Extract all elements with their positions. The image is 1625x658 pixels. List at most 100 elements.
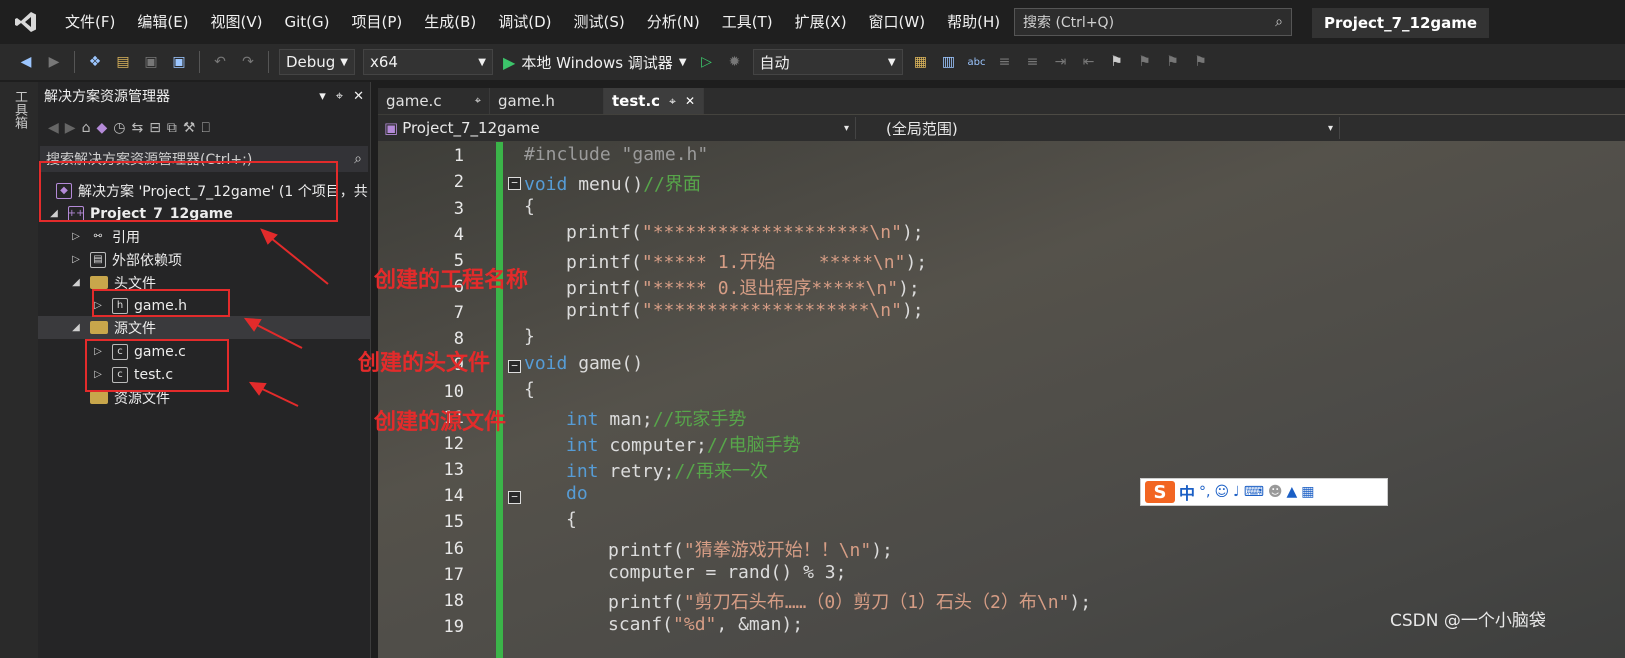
search-input[interactable]: 搜索 (Ctrl+Q) ⌕ (1014, 8, 1292, 36)
search-placeholder: 搜索 (Ctrl+Q) (1023, 15, 1115, 31)
menu-edit[interactable]: 编辑(E) (126, 0, 199, 44)
vs-switch-icon[interactable]: ◆ (96, 120, 107, 136)
code-line-1: #include "game.h" (524, 144, 708, 165)
menu-analyze[interactable]: 分析(N) (636, 0, 711, 44)
menu-build[interactable]: 生成(B) (413, 0, 487, 44)
run-debugger-button[interactable]: ▶ 本地 Windows 调试器 ▼ (503, 52, 687, 73)
menu-view[interactable]: 视图(V) (200, 0, 274, 44)
menu-window[interactable]: 窗口(W) (858, 0, 937, 44)
code-line-5: printf("***** 1.开始 *****\n"); (566, 248, 927, 274)
line-number: 18 (443, 591, 464, 611)
auto-value: 自动 (759, 53, 790, 72)
menu-file[interactable]: 文件(F) (54, 0, 126, 44)
code-line-10: { (524, 379, 535, 400)
fold-toggle-icon[interactable]: − (508, 491, 521, 504)
tree-item-external-deps[interactable]: ▷ ▤ 外部依赖项 (70, 248, 182, 271)
keyboard-icon[interactable]: ⌨ (1244, 484, 1264, 500)
fold-toggle-icon[interactable]: − (508, 177, 521, 190)
global-scope-dropdown[interactable]: (全局范围) ▾ (856, 117, 1340, 139)
start-without-debug-icon[interactable]: ▷ (696, 51, 718, 73)
uncomment-icon[interactable]: ≡ (1022, 51, 1044, 73)
tab-test-c[interactable]: test.c ⌖ ✕ (604, 88, 704, 114)
solution-config-icon[interactable]: ▥ (938, 51, 960, 73)
collapsed-arrow-icon[interactable]: ▷ (70, 231, 82, 242)
hot-reload-icon[interactable]: ✹ (724, 51, 746, 73)
ime-mode-toggle[interactable]: 中 (1179, 480, 1195, 504)
pin-icon[interactable]: ⌖ (336, 89, 343, 104)
code-punct: ); (901, 300, 924, 321)
tab-game-c[interactable]: game.c ⌖ (378, 88, 490, 114)
save-all-icon[interactable]: ▣ (168, 51, 190, 73)
emoji-icon[interactable]: ☺ (1214, 484, 1229, 500)
spell-check-icon[interactable]: abc (966, 51, 988, 73)
save-icon[interactable]: ▣ (140, 51, 162, 73)
auto-dropdown[interactable]: 自动 ▼ (752, 49, 903, 75)
fold-toggle-icon[interactable]: − (508, 360, 521, 373)
menu-project[interactable]: 项目(P) (341, 0, 414, 44)
sync-icon[interactable]: ⇆ (131, 120, 143, 136)
code-line-3: { (524, 196, 535, 217)
toolbox-grid-icon[interactable]: ▦ (1301, 484, 1314, 500)
menu-git[interactable]: Git(G) (274, 0, 341, 44)
undo-icon[interactable]: ↶ (209, 51, 231, 73)
new-project-icon[interactable]: ❖ (84, 51, 106, 73)
tab-game-h[interactable]: game.h (490, 88, 604, 114)
back-icon[interactable]: ◀ (48, 120, 59, 136)
microphone-icon[interactable]: ♩ (1233, 484, 1240, 500)
solution-explorer-title: 解决方案资源管理器 (44, 89, 170, 105)
forward-icon[interactable]: ▶ (65, 120, 76, 136)
clear-bookmark-icon[interactable]: ⚑ (1190, 51, 1212, 73)
tab-label: game.h (498, 92, 555, 110)
home-icon[interactable]: ⌂ (82, 120, 91, 136)
code-punct: ); (905, 252, 928, 273)
chevron-down-icon: ▼ (887, 56, 896, 68)
back-icon[interactable]: ◀ (15, 51, 37, 73)
prev-bookmark-icon[interactable]: ⚑ (1134, 51, 1156, 73)
properties-icon[interactable]: ⚒ (183, 120, 196, 136)
config-dropdown[interactable]: Debug ▼ (279, 49, 355, 75)
bookmark-icon[interactable]: ⚑ (1106, 51, 1128, 73)
chevron-down-icon[interactable]: ▾ (319, 89, 326, 104)
tree-item-source-folder[interactable]: ◢ 源文件 (38, 316, 371, 339)
preview-icon[interactable]: ⎕ (201, 120, 209, 136)
collapse-all-icon[interactable]: ⊟ (149, 120, 161, 136)
show-all-files-icon[interactable]: ⧉ (167, 120, 177, 136)
redo-icon[interactable]: ↷ (237, 51, 259, 73)
menu-test[interactable]: 测试(S) (563, 0, 636, 44)
skin-icon[interactable]: ▲ (1287, 484, 1298, 500)
annotation-source: 创建的源文件 (374, 410, 507, 435)
references-icon: ⚯ (93, 231, 103, 242)
code-line-18: printf("剪刀石头布……（0）剪刀（1）石头（2）布\n"); (608, 588, 1091, 614)
pin-icon[interactable]: ⌖ (669, 94, 676, 109)
expanded-arrow-icon[interactable]: ◢ (70, 277, 82, 288)
open-folder-icon[interactable]: ▤ (112, 51, 134, 73)
menu-extensions[interactable]: 扩展(X) (784, 0, 858, 44)
outdent-icon[interactable]: ⇤ (1078, 51, 1100, 73)
user-icon[interactable]: ☻ (1268, 484, 1283, 500)
ime-toolbar[interactable]: S 中 °, ☺ ♩ ⌨ ☻ ▲ ▦ (1140, 478, 1388, 506)
comment-icon[interactable]: ≡ (994, 51, 1016, 73)
project-scope-dropdown[interactable]: ▣ Project_7_12game ▾ (378, 117, 856, 139)
toolbox-label[interactable]: 工具箱 (10, 90, 29, 129)
collapsed-arrow-icon[interactable]: ▷ (70, 254, 82, 265)
pin-icon[interactable]: ⌖ (475, 94, 481, 108)
code-area[interactable]: 1 2 3 4 5 6 7 8 9 10 11 12 13 14 15 16 1… (378, 142, 1625, 658)
next-bookmark-icon[interactable]: ⚑ (1162, 51, 1184, 73)
ime-punct-toggle[interactable]: °, (1199, 484, 1210, 500)
history-icon[interactable]: ◷ (113, 120, 125, 136)
menu-help[interactable]: 帮助(H) (936, 0, 1011, 44)
visual-studio-logo-icon[interactable] (12, 8, 40, 36)
close-icon[interactable]: ✕ (353, 89, 364, 104)
menu-tools[interactable]: 工具(T) (711, 0, 784, 44)
indent-icon[interactable]: ⇥ (1050, 51, 1072, 73)
sogou-logo-icon[interactable]: S (1145, 481, 1175, 503)
expanded-arrow-icon[interactable]: ◢ (70, 322, 82, 333)
tree-item-references[interactable]: ▷ ⚯ 引用 (70, 225, 140, 248)
forward-icon[interactable]: ▶ (43, 51, 65, 73)
toolbox-strip[interactable]: 工具箱 (0, 82, 38, 658)
solution-explorer-toolbar: ◀ ▶ ⌂ ◆ ◷ ⇆ ⊟ ⧉ ⚒ ⎕ (38, 110, 370, 146)
platform-dropdown[interactable]: x64 ▼ (363, 49, 493, 75)
close-icon[interactable]: ✕ (685, 94, 695, 108)
menu-debug[interactable]: 调试(D) (487, 0, 562, 44)
find-in-files-icon[interactable]: ▦ (910, 51, 932, 73)
